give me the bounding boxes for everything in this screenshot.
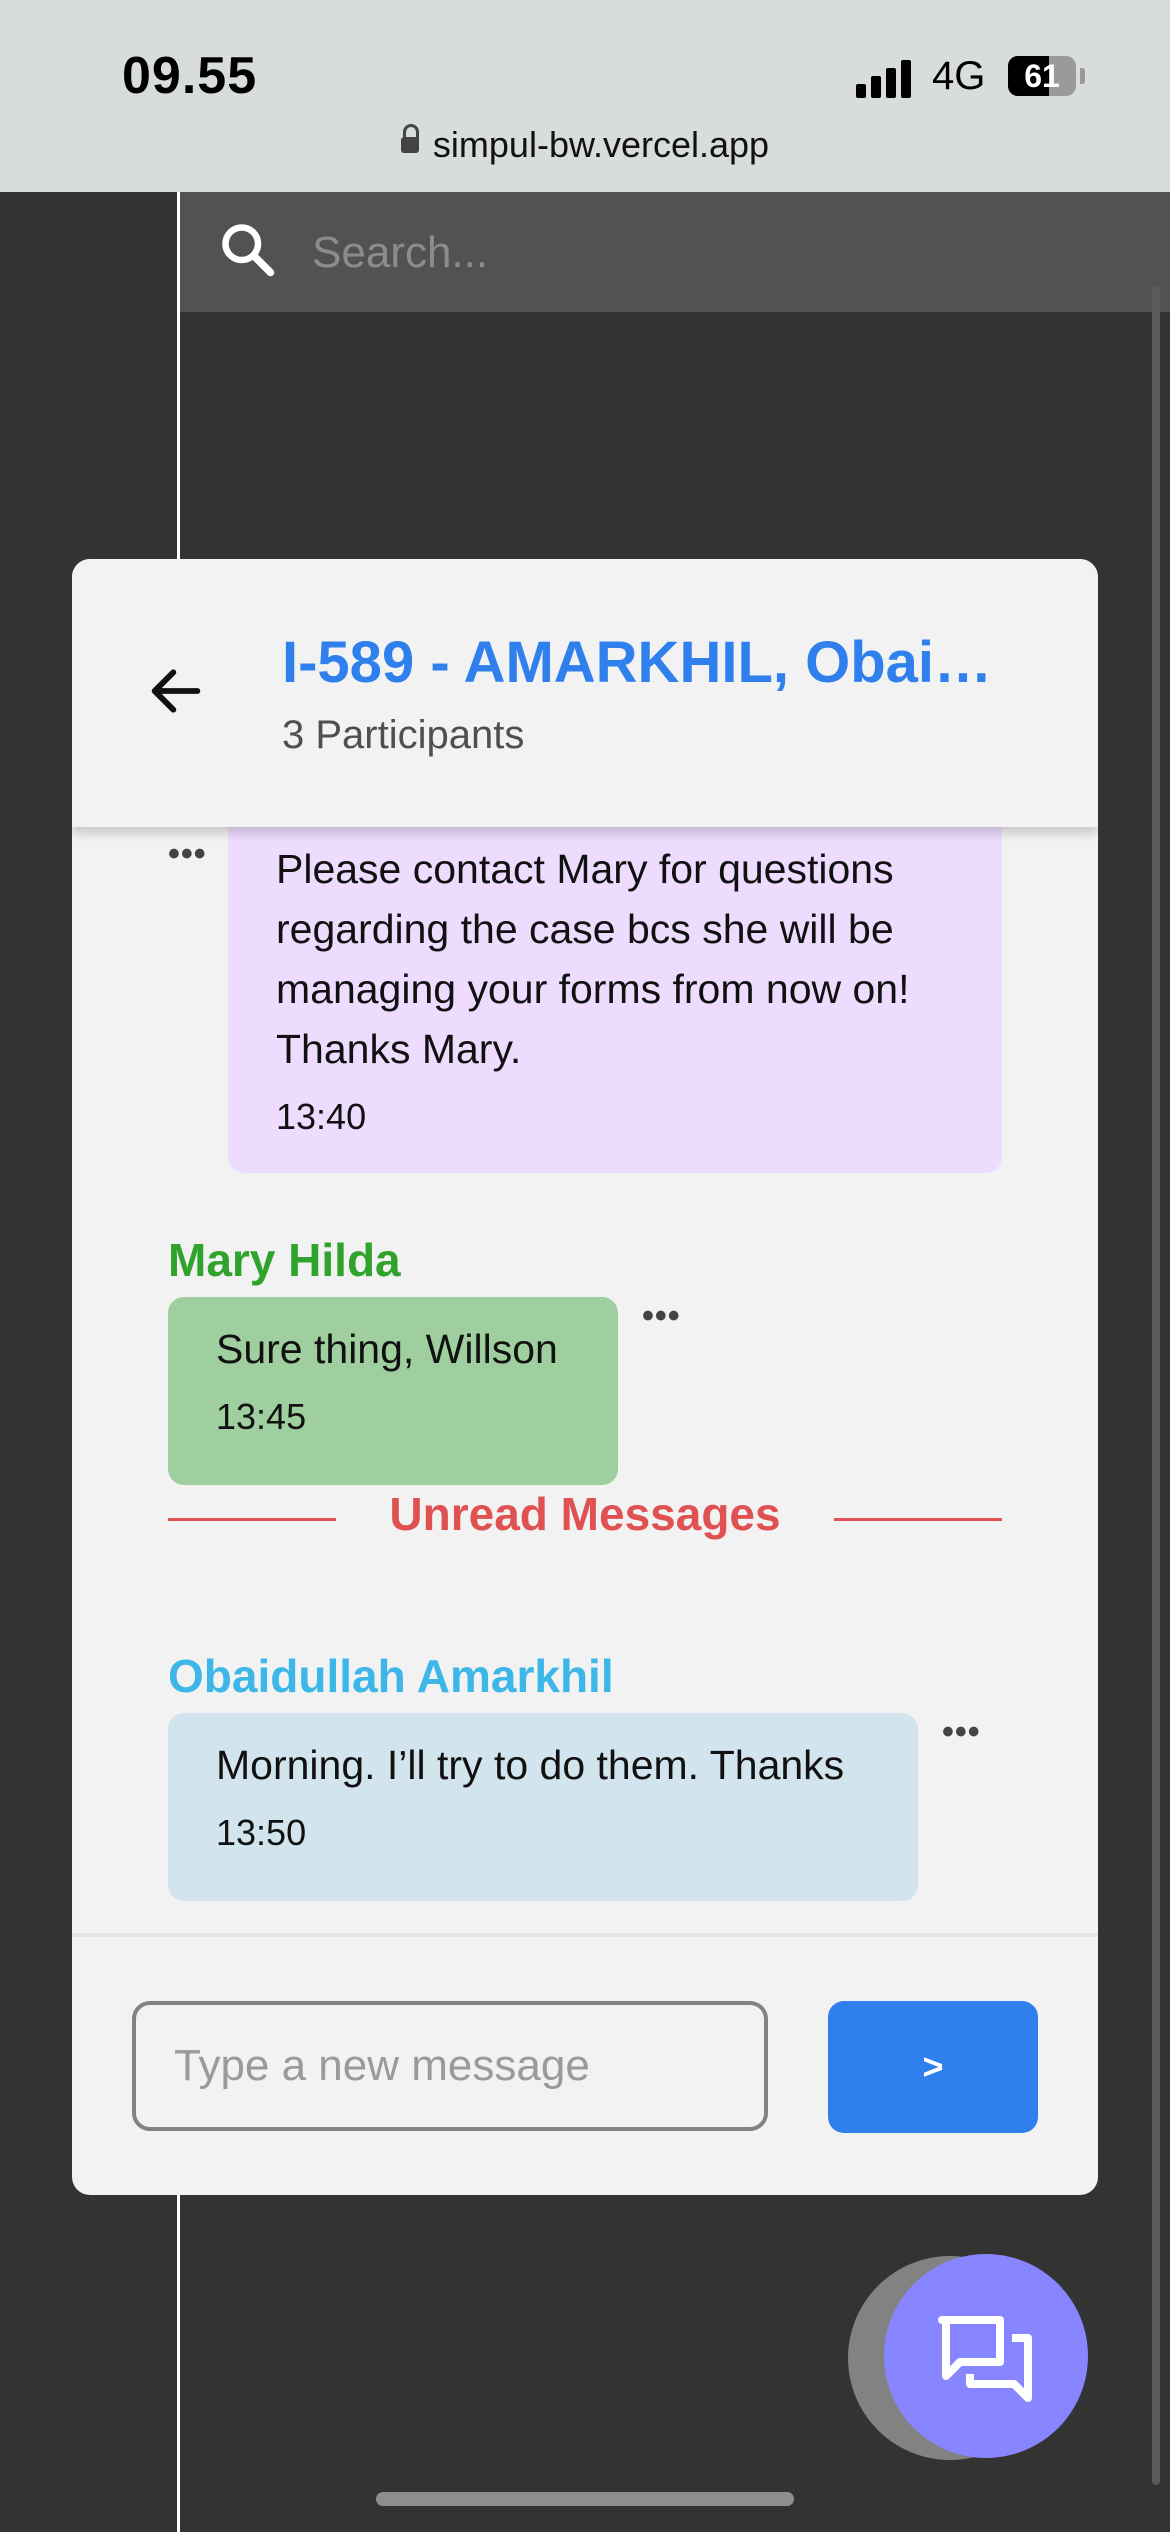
- search-input[interactable]: [310, 222, 1014, 284]
- message-text: Sure thing, Willson: [216, 1326, 558, 1372]
- participants-count: 3 Participants: [282, 713, 525, 757]
- sender-name: Obaidullah Amarkhil: [168, 1650, 614, 1702]
- search-bar: [180, 192, 1170, 312]
- url-text: simpul-bw.vercel.app: [432, 124, 770, 165]
- signal-icon: [856, 58, 916, 98]
- status-time: 09.55: [122, 47, 258, 105]
- chat-fab-button[interactable]: [884, 2254, 1088, 2458]
- message-time: 13:45: [216, 1396, 307, 1437]
- search-icon[interactable]: [218, 220, 278, 280]
- message-options-button[interactable]: •••: [168, 835, 207, 874]
- network-type: 4G: [932, 54, 986, 98]
- send-button[interactable]: >: [828, 2001, 1038, 2133]
- battery-percentage: 61: [1024, 58, 1060, 94]
- message-list[interactable]: ••• Please contact Mary for questions re…: [72, 827, 1098, 1933]
- lock-icon: [400, 124, 419, 154]
- battery-tip: [1080, 68, 1085, 84]
- unread-divider-right: [834, 1518, 1002, 1521]
- message-input[interactable]: [132, 2001, 768, 2131]
- message-time: 13:40: [276, 1096, 367, 1137]
- message-bubble: Sure thing, Willson 13:45: [168, 1297, 618, 1485]
- message-bubble: Morning. I’ll try to do them. Thanks 13:…: [168, 1713, 918, 1901]
- battery-icon: 61: [1008, 56, 1076, 96]
- message-options-button[interactable]: •••: [642, 1297, 681, 1336]
- chat-panel: I-589 - AMARKHIL, Obaidullah [Affirmativ…: [72, 559, 1098, 2195]
- message-text: Please contact Mary for questions regard…: [276, 846, 910, 1072]
- chat-title: I-589 - AMARKHIL, Obaidullah [Affirmativ…: [282, 630, 1022, 695]
- message-time: 13:50: [216, 1812, 307, 1853]
- message-text: Morning. I’ll try to do them. Thanks: [216, 1742, 845, 1788]
- unread-messages-label: Unread Messages: [389, 1488, 781, 1540]
- status-bar: 09.55 4G 61 simpul-bw.vercel.app: [0, 0, 1170, 192]
- message-bubble: Please contact Mary for questions regard…: [228, 827, 1002, 1173]
- chat-header: I-589 - AMARKHIL, Obaidullah [Affirmativ…: [72, 559, 1098, 827]
- url-bar[interactable]: simpul-bw.vercel.app: [0, 124, 1170, 166]
- arrow-left-icon[interactable]: [144, 659, 208, 723]
- page-scrollbar[interactable]: [1152, 285, 1160, 2485]
- home-indicator: [376, 2492, 794, 2506]
- message-composer: >: [72, 1933, 1098, 2195]
- sender-name: Mary Hilda: [168, 1234, 401, 1286]
- chat-bubbles-icon: [938, 2316, 1032, 2402]
- message-options-button[interactable]: •••: [942, 1713, 981, 1752]
